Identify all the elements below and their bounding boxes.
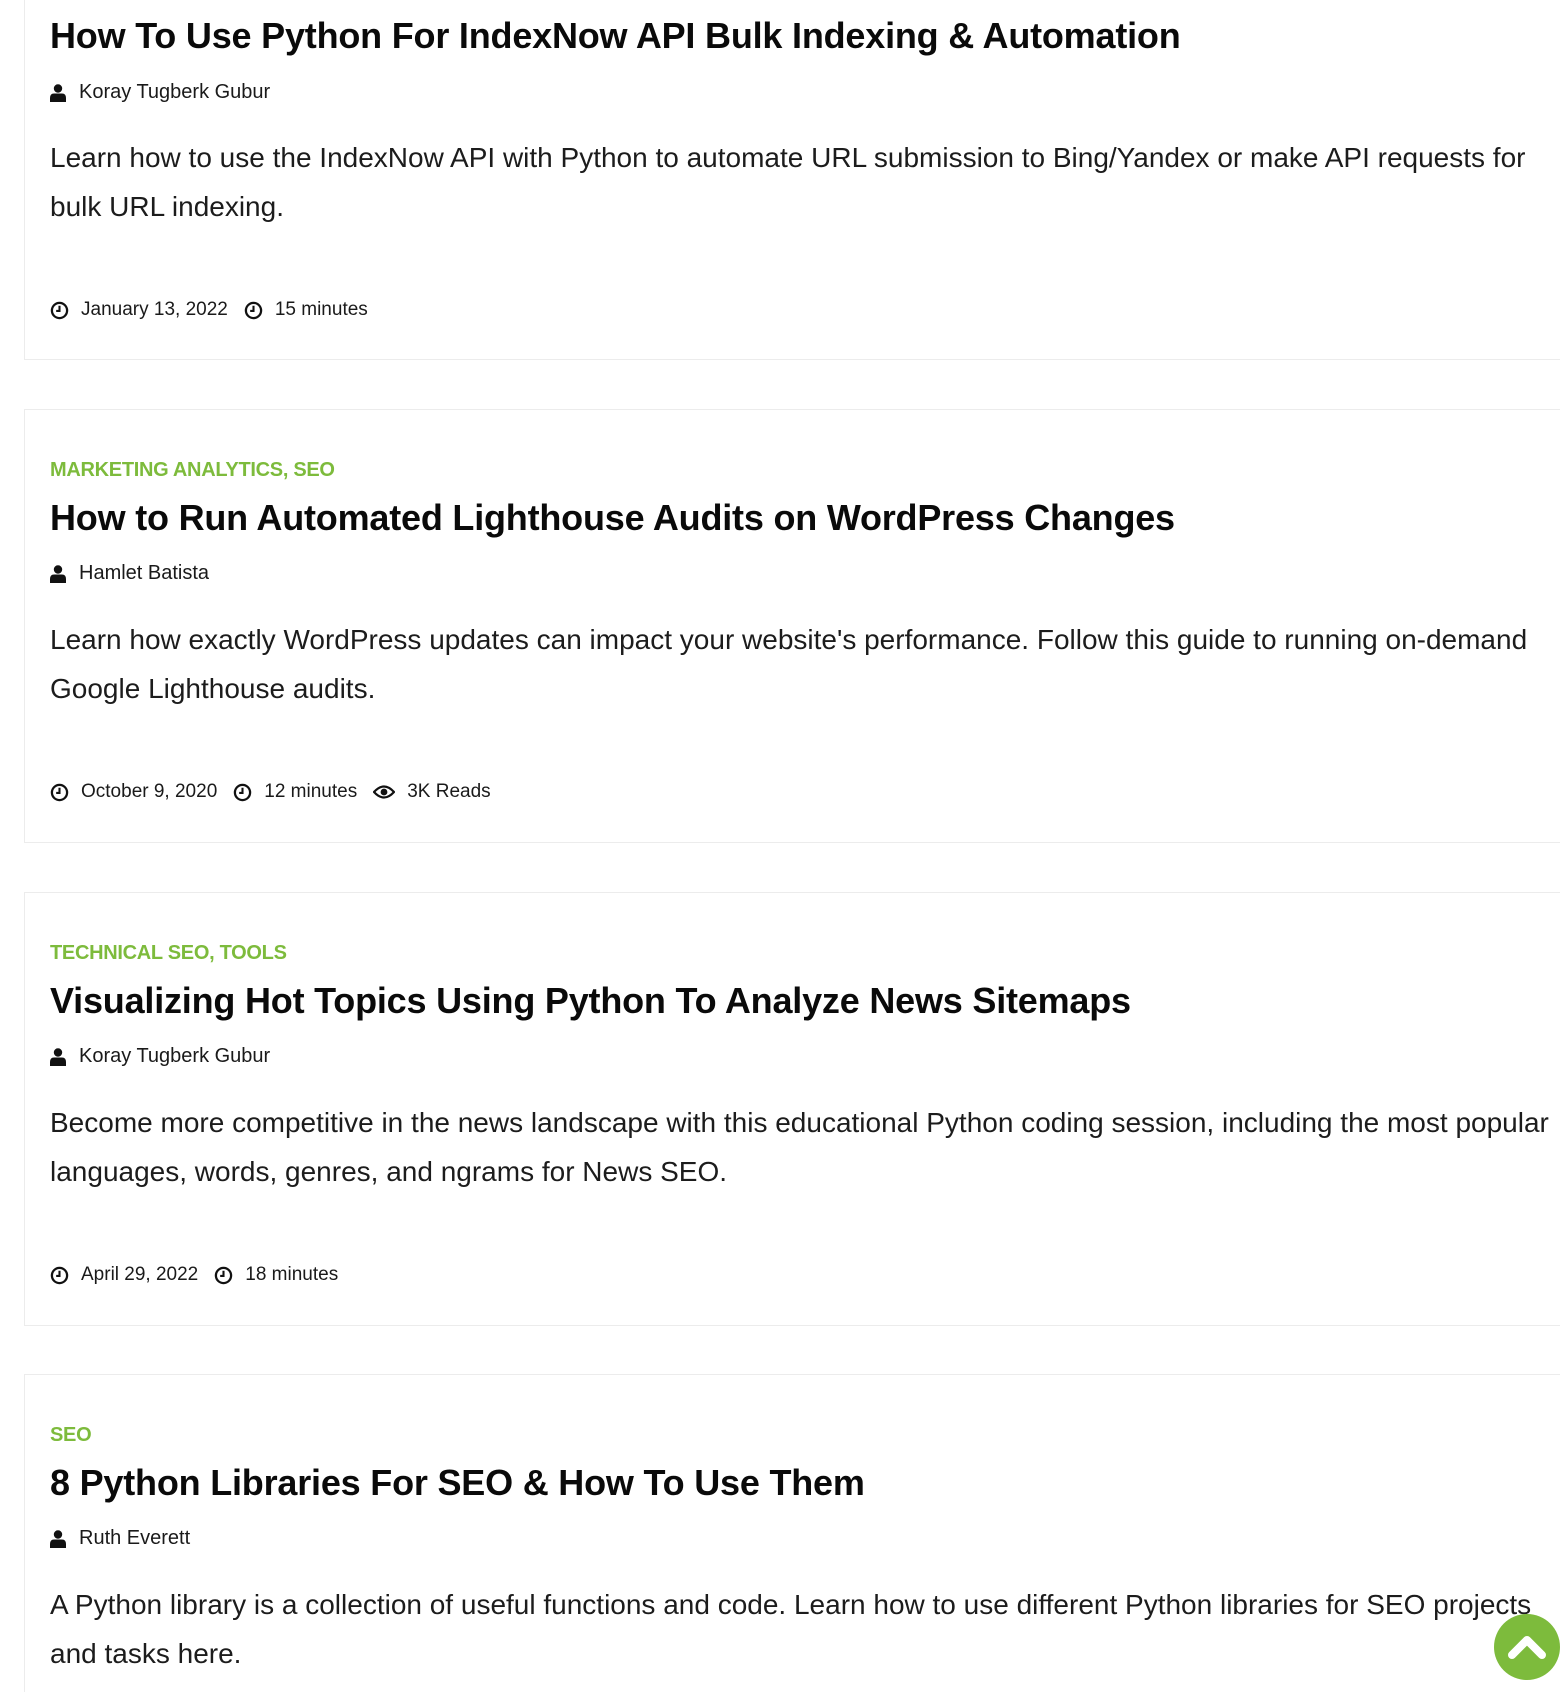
clock-icon bbox=[50, 783, 69, 801]
user-icon bbox=[50, 564, 66, 583]
article-feed: How To Use Python For IndexNow API Bulk … bbox=[0, 0, 1560, 1692]
user-icon bbox=[50, 1529, 66, 1548]
article-category[interactable]: MARKETING ANALYTICS, SEO bbox=[50, 459, 335, 482]
publish-date: April 29, 2022 bbox=[50, 1264, 198, 1286]
read-time: 15 minutes bbox=[244, 299, 368, 321]
article-title[interactable]: How To Use Python For IndexNow API Bulk … bbox=[50, 15, 1181, 57]
read-time: 12 minutes bbox=[233, 781, 357, 803]
article-title[interactable]: Visualizing Hot Topics Using Python To A… bbox=[50, 980, 1131, 1022]
article-card: TECHNICAL SEO, TOOLS Visualizing Hot Top… bbox=[24, 892, 1560, 1326]
scroll-to-top-button[interactable] bbox=[1494, 1614, 1560, 1680]
article-author: Hamlet Batista bbox=[50, 562, 209, 585]
publish-date: January 13, 2022 bbox=[50, 299, 228, 321]
clock-icon bbox=[50, 301, 69, 319]
user-icon bbox=[50, 1047, 66, 1066]
article-author: Ruth Everett bbox=[50, 1527, 190, 1550]
read-count-text: 3K Reads bbox=[407, 781, 491, 802]
article-excerpt: Become more competitive in the news land… bbox=[50, 1107, 1549, 1187]
user-icon bbox=[50, 83, 66, 102]
article-meta: January 13, 2022 15 minutes bbox=[50, 299, 384, 321]
read-time-text: 18 minutes bbox=[245, 1264, 339, 1285]
author-name[interactable]: Koray Tugberk Gubur bbox=[79, 1045, 270, 1068]
article-meta: April 29, 2022 18 minutes bbox=[50, 1264, 354, 1286]
author-name[interactable]: Ruth Everett bbox=[79, 1527, 190, 1550]
eye-icon bbox=[373, 785, 396, 799]
publish-date-text: January 13, 2022 bbox=[81, 299, 228, 320]
read-time-text: 12 minutes bbox=[264, 781, 358, 802]
author-name[interactable]: Koray Tugberk Gubur bbox=[79, 81, 270, 104]
clock-icon bbox=[50, 1266, 69, 1284]
chevron-up-icon bbox=[1508, 1636, 1546, 1659]
article-excerpt: Learn how to use the IndexNow API with P… bbox=[50, 142, 1526, 222]
article-card: How To Use Python For IndexNow API Bulk … bbox=[24, 0, 1560, 360]
article-author: Koray Tugberk Gubur bbox=[50, 1045, 270, 1068]
read-time: 18 minutes bbox=[214, 1264, 338, 1286]
article-category[interactable]: TECHNICAL SEO, TOOLS bbox=[50, 942, 287, 965]
article-title[interactable]: How to Run Automated Lighthouse Audits o… bbox=[50, 497, 1175, 539]
article-category[interactable]: SEO bbox=[50, 1424, 92, 1447]
publish-date-text: April 29, 2022 bbox=[81, 1264, 199, 1285]
article-excerpt: A Python library is a collection of usef… bbox=[50, 1589, 1532, 1669]
article-card: SEO 8 Python Libraries For SEO & How To … bbox=[24, 1374, 1560, 1692]
article-card: MARKETING ANALYTICS, SEO How to Run Auto… bbox=[24, 409, 1560, 843]
read-count: 3K Reads bbox=[373, 781, 491, 803]
article-excerpt: Learn how exactly WordPress updates can … bbox=[50, 624, 1528, 704]
publish-date-text: October 9, 2020 bbox=[81, 781, 218, 802]
read-time-text: 15 minutes bbox=[274, 299, 368, 320]
article-meta: October 9, 2020 12 minutes 3K Reads bbox=[50, 781, 507, 803]
clock-icon bbox=[244, 301, 263, 319]
article-author: Koray Tugberk Gubur bbox=[50, 81, 270, 104]
article-title[interactable]: 8 Python Libraries For SEO & How To Use … bbox=[50, 1462, 865, 1504]
author-name[interactable]: Hamlet Batista bbox=[79, 562, 209, 585]
publish-date: October 9, 2020 bbox=[50, 781, 217, 803]
clock-icon bbox=[215, 1266, 233, 1284]
clock-icon bbox=[234, 783, 252, 801]
